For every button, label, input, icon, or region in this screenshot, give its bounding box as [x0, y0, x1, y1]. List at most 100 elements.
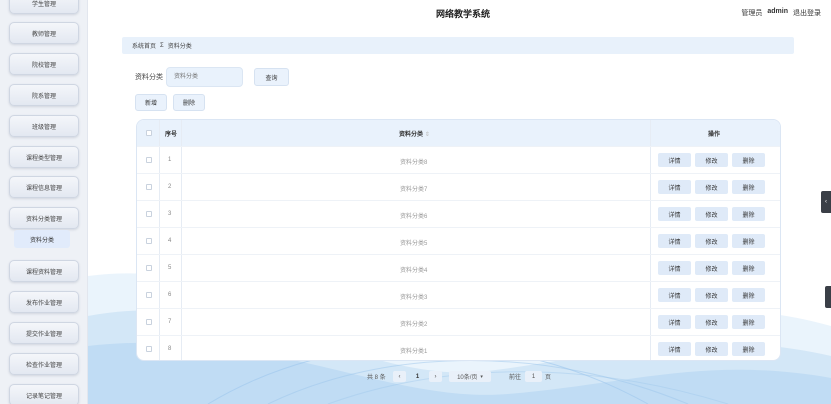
delete-button[interactable]: 删除: [732, 234, 765, 248]
page-size-select[interactable]: 10条/页 ▾: [449, 371, 491, 382]
row-index: 5: [168, 265, 172, 271]
sidebar-item-class[interactable]: 班级管理: [9, 115, 79, 137]
query-button[interactable]: 查询: [254, 68, 289, 86]
data-table: 序号 资料分类 ⇕ 操作 1 资料分类8 详情 修改 删除 2 资料分类7 详情 修改 删除 3 资料…: [136, 119, 781, 361]
table-row: 7 资料分类2 详情 修改 删除: [137, 308, 780, 335]
delete-button[interactable]: 删除: [732, 207, 765, 221]
detail-button[interactable]: 详情: [658, 261, 691, 275]
add-button[interactable]: 新增: [135, 94, 167, 111]
sidebar-item-material-category[interactable]: 资料分类管理: [9, 207, 79, 229]
row-checkbox[interactable]: [146, 346, 152, 352]
row-index: 4: [168, 238, 172, 244]
header-name[interactable]: 资料分类 ⇕: [399, 129, 430, 138]
sidebar-item-course-type[interactable]: 课程类型管理: [9, 146, 79, 168]
sidebar-subitem-material-category[interactable]: 资料分类: [14, 230, 70, 248]
row-checkbox[interactable]: [146, 184, 152, 190]
delete-button[interactable]: 删除: [732, 315, 765, 329]
sidebar-item-school[interactable]: 院校管理: [9, 53, 79, 75]
row-index: 2: [168, 184, 172, 190]
table-row: 4 资料分类5 详情 修改 删除: [137, 227, 780, 254]
row-category-name: 资料分类7: [400, 187, 428, 193]
edit-button[interactable]: 修改: [695, 207, 728, 221]
table-row: 6 资料分类3 详情 修改 删除: [137, 281, 780, 308]
row-category-name: 资料分类4: [400, 268, 428, 274]
sidebar-item-course-material[interactable]: 课程资料管理: [9, 260, 79, 282]
delete-button[interactable]: 删除: [732, 261, 765, 275]
delete-button[interactable]: 删除: [732, 180, 765, 194]
sort-icon[interactable]: ⇕: [425, 132, 430, 138]
delete-button[interactable]: 删除: [732, 288, 765, 302]
user-name: admin: [767, 8, 788, 15]
top-header: 网络教学系统 管理员 admin 退出登录: [88, 0, 831, 26]
edit-button[interactable]: 修改: [695, 261, 728, 275]
breadcrumb-home[interactable]: 系统首页: [132, 41, 156, 50]
detail-button[interactable]: 详情: [658, 207, 691, 221]
delete-button[interactable]: 删除: [732, 153, 765, 167]
detail-button[interactable]: 详情: [658, 342, 691, 356]
pagination-total: 共 8 条: [367, 375, 386, 381]
row-index: 3: [168, 211, 172, 217]
sidebar-item-publish-homework[interactable]: 发布作业管理: [9, 291, 79, 313]
page-number[interactable]: 1: [410, 371, 425, 382]
row-checkbox[interactable]: [146, 211, 152, 217]
row-category-name: 资料分类1: [400, 349, 428, 355]
detail-button[interactable]: 详情: [658, 315, 691, 329]
edit-button[interactable]: 修改: [695, 288, 728, 302]
row-category-name: 资料分类5: [400, 241, 428, 247]
delete-button[interactable]: 删除: [732, 342, 765, 356]
header-name-label: 资料分类: [399, 132, 424, 138]
row-checkbox[interactable]: [146, 157, 152, 163]
header-ops: 操作: [708, 132, 721, 138]
row-checkbox[interactable]: [146, 292, 152, 298]
breadcrumb-current: 资料分类: [167, 44, 192, 50]
detail-button[interactable]: 详情: [658, 234, 691, 248]
sidebar-item-course-info[interactable]: 课程信息管理: [9, 176, 79, 198]
row-index: 1: [168, 157, 172, 163]
sidebar-item-student[interactable]: 学生管理: [9, 0, 79, 14]
sidebar-item-submit-homework[interactable]: 提交作业管理: [9, 322, 79, 344]
row-checkbox[interactable]: [146, 238, 152, 244]
user-role: 管理员: [741, 10, 763, 17]
edit-button[interactable]: 修改: [695, 153, 728, 167]
prev-page-button[interactable]: ‹: [393, 371, 406, 382]
main-content: 系统首页 Σ 资料分类 资料分类 查询 新增 删除 序号 资料分类 ⇕ 操作 1…: [88, 26, 831, 404]
sidebar-item-check-homework[interactable]: 检查作业管理: [9, 353, 79, 375]
chevron-left-icon[interactable]: ‹: [821, 191, 831, 213]
goto-label: 前往: [509, 375, 522, 381]
detail-button[interactable]: 详情: [658, 180, 691, 194]
side-drawer-tab[interactable]: [825, 286, 831, 308]
row-category-name: 资料分类2: [400, 322, 428, 328]
table-row: 8 资料分类1 详情 修改 删除: [137, 335, 780, 360]
next-page-button[interactable]: ›: [429, 371, 442, 382]
table-row: 2 资料分类7 详情 修改 删除: [137, 173, 780, 200]
row-checkbox[interactable]: [146, 265, 152, 271]
select-all-checkbox[interactable]: [146, 130, 152, 136]
goto-input[interactable]: 1: [525, 371, 542, 382]
row-index: 6: [168, 292, 172, 298]
edit-button[interactable]: 修改: [695, 342, 728, 356]
sidebar-item-notes[interactable]: 记录笔记管理: [9, 384, 79, 404]
row-checkbox[interactable]: [146, 319, 152, 325]
app-title: 网络教学系统: [436, 9, 491, 19]
table-header: 序号 资料分类 ⇕ 操作: [137, 120, 780, 146]
page-size-value: 10条/页: [457, 375, 478, 381]
batch-delete-button[interactable]: 删除: [173, 94, 205, 111]
chevron-down-icon: ▾: [480, 373, 483, 380]
sidebar-item-teacher[interactable]: 教师管理: [9, 22, 79, 44]
sidebar-item-department[interactable]: 院系管理: [9, 84, 79, 106]
header-index: 序号: [165, 132, 178, 138]
table-row: 3 资料分类6 详情 修改 删除: [137, 200, 780, 227]
edit-button[interactable]: 修改: [695, 315, 728, 329]
row-category-name: 资料分类6: [400, 214, 428, 220]
breadcrumb-separator: Σ: [160, 42, 164, 49]
table-row: 1 资料分类8 详情 修改 删除: [137, 146, 780, 173]
search-label: 资料分类: [135, 74, 163, 81]
detail-button[interactable]: 详情: [658, 153, 691, 167]
detail-button[interactable]: 详情: [658, 288, 691, 302]
goto-suffix: 页: [545, 375, 552, 381]
search-input[interactable]: [166, 67, 243, 87]
row-category-name: 资料分类8: [400, 160, 428, 166]
edit-button[interactable]: 修改: [695, 234, 728, 248]
edit-button[interactable]: 修改: [695, 180, 728, 194]
logout-link[interactable]: 退出登录: [793, 8, 821, 18]
